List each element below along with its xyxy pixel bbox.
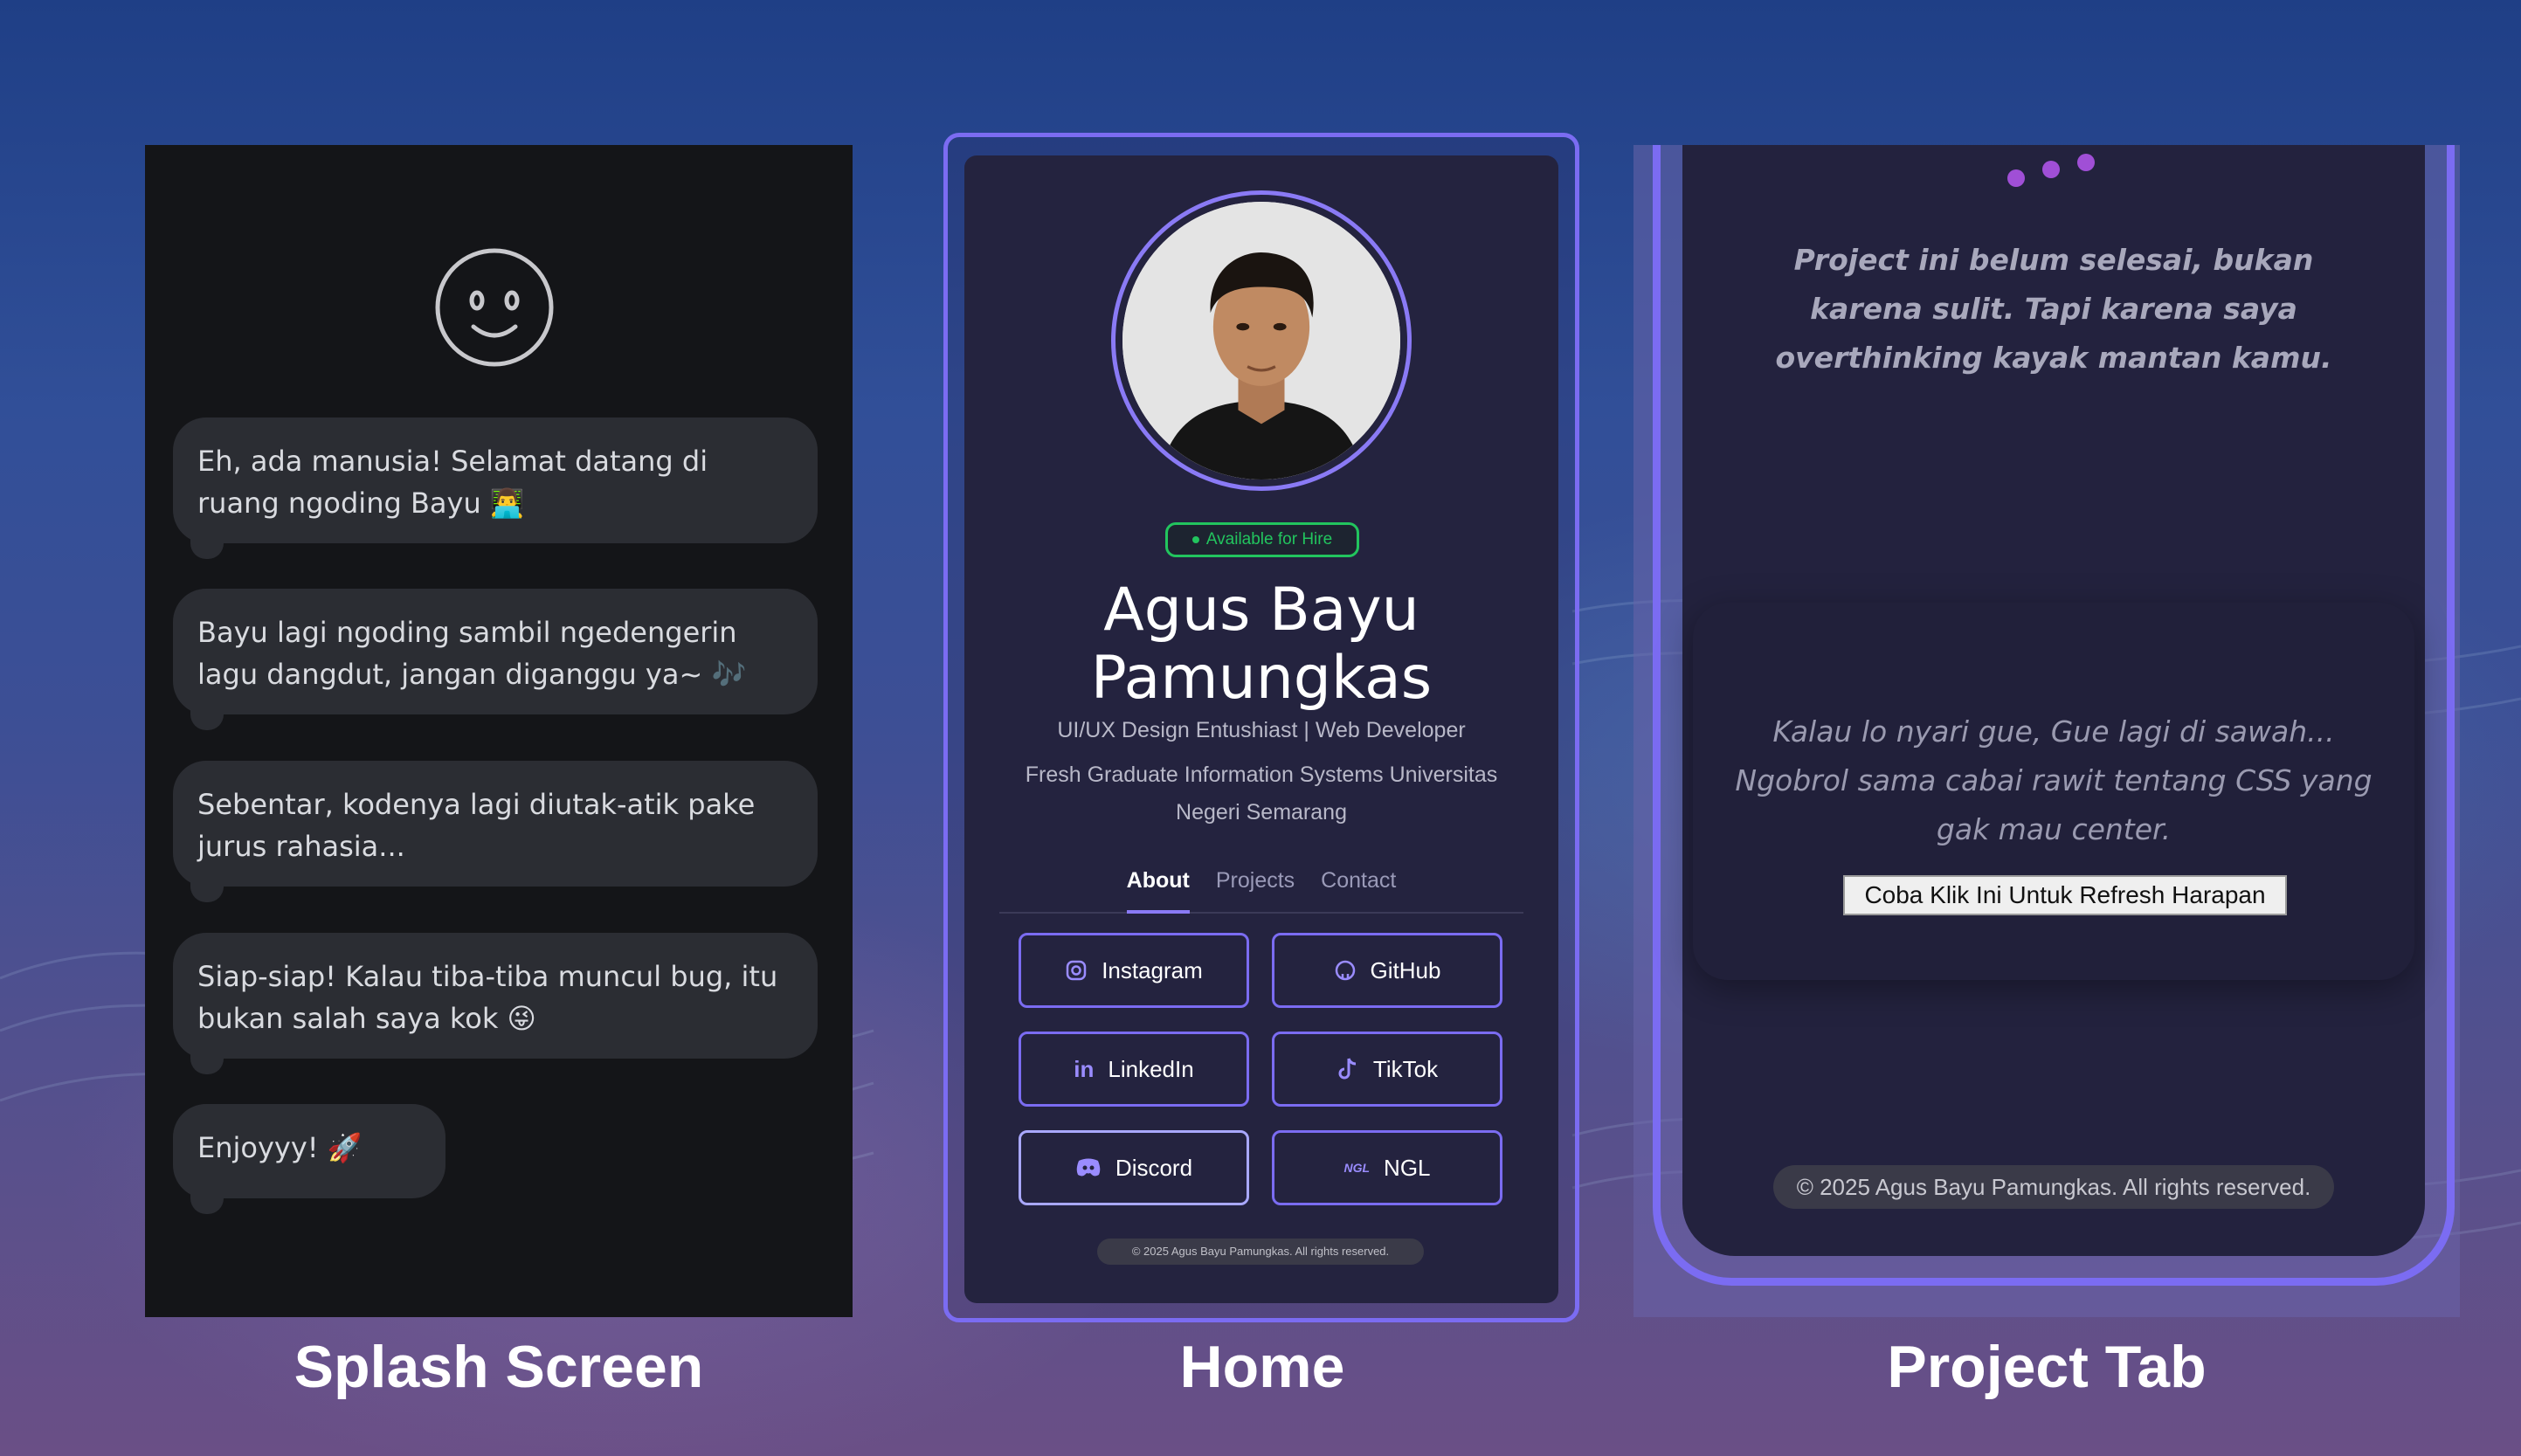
- smiley-face-icon: [435, 248, 554, 367]
- chat-bubble: Enjoyyy! 🚀: [173, 1104, 445, 1214]
- instagram-label: Instagram: [1102, 956, 1203, 983]
- project-footer: © 2025 Agus Bayu Pamungkas. All rights r…: [1773, 1165, 2334, 1209]
- profile-photo: [1122, 202, 1400, 480]
- tiktok-label: TikTok: [1372, 1055, 1439, 1082]
- status-badge-label: Available for Hire: [1205, 530, 1333, 549]
- project-quote: Project ini belum selesai, bukan karena …: [1775, 243, 2332, 375]
- linkedin-label: LinkedIn: [1108, 1055, 1194, 1082]
- profile-education: Fresh Graduate Information Systems Unive…: [1025, 763, 1498, 825]
- github-button[interactable]: GitHub: [1272, 933, 1502, 1008]
- discord-button[interactable]: Discord: [1019, 1130, 1249, 1205]
- splash-screen-caption: Splash Screen: [294, 1334, 704, 1400]
- chat-bubble: Sebentar, kodenya lagi diutak-atik pake …: [173, 761, 818, 902]
- refresh-hope-button[interactable]: Coba Klik Ini Untuk Refresh Harapan: [1843, 875, 2287, 915]
- avatar: [1111, 190, 1412, 491]
- home-profile-card: Available for Hire Agus Bayu Pamungkas U…: [964, 155, 1558, 1303]
- status-badge: Available for Hire: [1165, 522, 1359, 557]
- home-caption: Home: [1179, 1334, 1345, 1400]
- ngl-label: NGL: [1384, 1154, 1431, 1181]
- ngl-button[interactable]: NGL NGL: [1272, 1130, 1502, 1205]
- tiktok-icon: [1338, 1058, 1357, 1080]
- profile-role: UI/UX Design Entushiast | Web Developer: [1057, 718, 1466, 742]
- loading-dots-icon: [2007, 154, 2112, 189]
- profile-name: Agus Bayu Pamungkas: [1090, 576, 1433, 713]
- chat-bubble: Eh, ada manusia! Selamat datang di ruang…: [173, 417, 818, 559]
- instagram-button[interactable]: Instagram: [1019, 933, 1249, 1008]
- project-tab-caption: Project Tab: [1887, 1334, 2207, 1400]
- github-label: GitHub: [1370, 956, 1441, 983]
- linkedin-icon: in: [1074, 1055, 1095, 1082]
- discord-icon: [1076, 1158, 1101, 1177]
- profile-tabs: About Projects Contact: [999, 861, 1523, 914]
- home-footer: © 2025 Agus Bayu Pamungkas. All rights r…: [1097, 1239, 1424, 1265]
- instagram-icon: [1066, 960, 1087, 981]
- contact-message-box: Kalau lo nyari gue, Gue lagi di sawah...…: [1693, 603, 2414, 980]
- tab-contact[interactable]: Contact: [1321, 861, 1396, 912]
- ngl-icon: NGL: [1343, 1161, 1371, 1175]
- status-dot-icon: [1191, 535, 1199, 543]
- contact-quote: Kalau lo nyari gue, Gue lagi di sawah...…: [1735, 714, 2373, 846]
- tab-about[interactable]: About: [1126, 861, 1190, 914]
- chat-bubble: Siap-siap! Kalau tiba-tiba muncul bug, i…: [173, 933, 818, 1074]
- project-tab-card: Project ini belum selesai, bukan karena …: [1682, 145, 2425, 1256]
- discord-label: Discord: [1115, 1154, 1193, 1181]
- linkedin-button[interactable]: in LinkedIn: [1019, 1032, 1249, 1107]
- tab-projects[interactable]: Projects: [1216, 861, 1295, 912]
- tiktok-button[interactable]: TikTok: [1272, 1032, 1502, 1107]
- github-icon: [1335, 960, 1355, 981]
- splash-screen-panel: Eh, ada manusia! Selamat datang di ruang…: [145, 145, 853, 1317]
- chat-bubble: Bayu lagi ngoding sambil ngedengerin lag…: [173, 589, 818, 730]
